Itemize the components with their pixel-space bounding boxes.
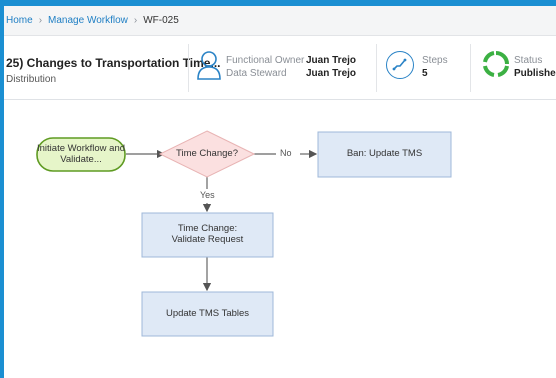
breadcrumb-manage-workflow-link[interactable]: Manage Workflow: [48, 15, 128, 26]
workflow-canvas[interactable]: Initiate Workflow and Validate... Time C…: [4, 101, 556, 378]
functional-owner-value: Juan Trejo: [306, 55, 357, 66]
edge-label-no: No: [278, 148, 294, 158]
steps-label: Steps: [422, 55, 448, 66]
workflow-header: 25) Changes to Transportation Time... Di…: [4, 36, 556, 100]
steps-icon: [386, 51, 414, 79]
workflow-subtitle: Distribution: [6, 74, 57, 85]
breadcrumb: Home › Manage Workflow › WF-025: [4, 6, 556, 36]
user-icon: [197, 51, 221, 80]
chevron-right-icon: ›: [38, 15, 43, 26]
steps-value: 5: [422, 68, 428, 79]
functional-owner-label: Functional Owner: [226, 55, 305, 66]
header-divider: [470, 44, 471, 92]
data-steward-value: Juan Trejo: [306, 68, 357, 79]
decision-node[interactable]: Time Change?: [160, 131, 254, 177]
update-tms-tables-node[interactable]: Update TMS Tables: [142, 292, 273, 336]
validate-request-node[interactable]: Time Change: Validate Request: [142, 213, 273, 257]
status-label: Status: [514, 55, 543, 66]
status-value: Published: [514, 68, 556, 79]
breadcrumb-current: WF-025: [143, 15, 179, 26]
ban-update-tms-node[interactable]: Ban: Update TMS: [318, 132, 451, 177]
chevron-right-icon: ›: [133, 15, 138, 26]
data-steward-label: Data Steward: [226, 68, 287, 79]
status-published-icon: [483, 51, 509, 77]
start-node[interactable]: Initiate Workflow and Validate...: [37, 138, 125, 171]
breadcrumb-home-link[interactable]: Home: [6, 15, 33, 26]
edge-label-yes: Yes: [198, 190, 217, 200]
header-divider: [376, 44, 377, 92]
header-divider: [188, 44, 189, 92]
